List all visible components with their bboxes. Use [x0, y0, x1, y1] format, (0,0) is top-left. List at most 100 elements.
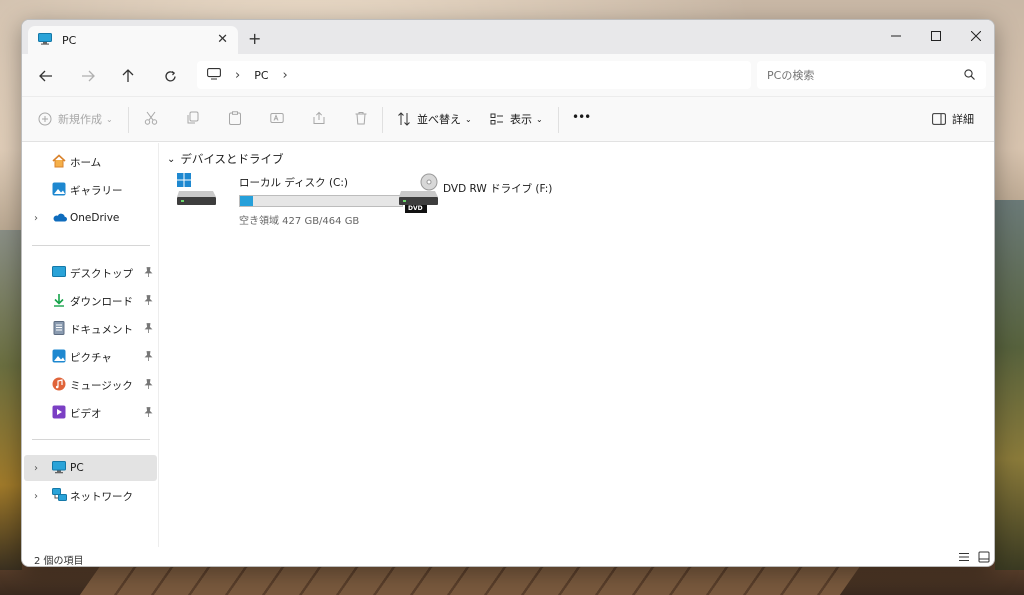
music-icon: [52, 377, 66, 394]
sidebar-item-label: ホーム: [70, 156, 102, 169]
navigation-bar: › PC ›: [22, 54, 994, 96]
new-tab-button[interactable]: +: [248, 29, 261, 48]
sidebar-item-gallery[interactable]: ギャラリー: [24, 177, 157, 203]
section-title: デバイスとドライブ: [180, 152, 284, 166]
delete-button[interactable]: [354, 111, 368, 125]
view-label: 表示: [510, 113, 532, 126]
up-button[interactable]: [118, 66, 138, 86]
details-pane-button[interactable]: 詳細: [932, 111, 974, 127]
section-header-devices[interactable]: ⌄ デバイスとドライブ: [167, 151, 284, 167]
home-icon: [52, 154, 66, 171]
sidebar-item-network[interactable]: › ネットワーク: [24, 483, 157, 509]
sidebar-item-music[interactable]: ミュージック: [24, 372, 157, 398]
pc-icon: [52, 460, 66, 477]
details-pane-icon: [932, 113, 946, 125]
sidebar-item-pc[interactable]: › PC: [24, 455, 157, 481]
chevron-right-icon[interactable]: ›: [34, 463, 38, 474]
pin-icon[interactable]: [144, 295, 153, 308]
download-icon: [52, 293, 66, 310]
chevron-right-icon[interactable]: ›: [283, 68, 288, 83]
chevron-down-icon[interactable]: ⌄: [167, 154, 175, 165]
dvd-badge: DVD: [408, 205, 423, 212]
arrow-right-icon: [82, 70, 95, 82]
copy-icon: [187, 111, 199, 124]
minimize-button[interactable]: [876, 23, 916, 49]
content-pane: ⌄ デバイスとドライブ ローカル ディスク (C:) 空き領域 427 GB/4…: [159, 143, 994, 547]
video-icon: [52, 405, 66, 422]
sidebar-item-home[interactable]: ホーム: [24, 149, 157, 175]
arrow-up-icon: [122, 69, 134, 82]
chevron-right-icon[interactable]: ›: [235, 68, 240, 83]
sidebar-item-pictures[interactable]: ピクチャ: [24, 344, 157, 370]
view-button[interactable]: 表示 ⌄: [490, 111, 543, 127]
sidebar-item-label: OneDrive: [70, 212, 120, 224]
sidebar-item-documents[interactable]: ドキュメント: [24, 316, 157, 342]
share-icon: [313, 111, 325, 124]
drive-c-name: ローカル ディスク (C:): [239, 177, 349, 189]
address-bar[interactable]: › PC ›: [197, 61, 751, 89]
chevron-right-icon[interactable]: ›: [34, 491, 38, 502]
new-button[interactable]: 新規作成 ⌄: [38, 111, 113, 127]
wallpaper-right: [995, 200, 1024, 570]
pin-icon[interactable]: [144, 351, 153, 364]
drive-c-tile[interactable]: ローカル ディスク (C:) 空き領域 427 GB/464 GB: [177, 173, 407, 227]
wallpaper-dock: [79, 566, 861, 595]
list-view-icon: [959, 553, 969, 561]
close-window-button[interactable]: [956, 23, 994, 49]
trash-icon: [355, 112, 367, 125]
document-icon: [52, 321, 66, 338]
pin-icon[interactable]: [144, 379, 153, 392]
pictures-icon: [52, 349, 66, 366]
pin-icon[interactable]: [144, 267, 153, 280]
navigation-pane: ホーム ギャラリー › OneDrive デスクトップ ダウンロード ドキュメン…: [22, 143, 159, 547]
drive-c-usage-bar: [239, 195, 403, 207]
sidebar-divider: [32, 439, 150, 440]
file-explorer-window: PC ✕ + › PC › PCの検索 新規作成 ⌄ 並べ替え ⌄ 表示 ⌄ •…: [21, 19, 995, 567]
forward-button[interactable]: [78, 66, 98, 86]
more-options-button[interactable]: •••: [572, 110, 591, 124]
sidebar-item-label: ギャラリー: [70, 184, 123, 197]
cut-button[interactable]: [144, 111, 158, 125]
wallpaper-left: [0, 230, 22, 570]
copy-button[interactable]: [186, 111, 200, 125]
refresh-button[interactable]: [160, 66, 180, 86]
drive-f-name: DVD RW ドライブ (F:): [443, 183, 553, 195]
tab-pc[interactable]: PC ✕: [28, 26, 238, 54]
sidebar-item-onedrive[interactable]: › OneDrive: [24, 205, 157, 231]
sidebar-item-downloads[interactable]: ダウンロード: [24, 288, 157, 314]
plus-circle-icon: [38, 112, 52, 126]
chevron-down-icon: ⌄: [106, 114, 113, 124]
sidebar-item-desktop[interactable]: デスクトップ: [24, 260, 157, 286]
breadcrumb-pc[interactable]: PC: [254, 69, 268, 82]
chevron-down-icon: ⌄: [465, 114, 472, 124]
chevron-right-icon[interactable]: ›: [34, 213, 38, 224]
sort-button[interactable]: 並べ替え ⌄: [397, 111, 472, 127]
toolbar-divider: [558, 107, 559, 133]
close-tab-icon[interactable]: ✕: [217, 32, 228, 47]
status-bar: 2 個の項目: [22, 547, 994, 566]
toolbar-divider: [382, 107, 383, 133]
rename-button[interactable]: [270, 111, 284, 125]
back-button[interactable]: [36, 66, 56, 86]
sidebar-item-label: ミュージック: [70, 379, 133, 392]
sidebar-item-label: ピクチャ: [70, 351, 112, 364]
share-button[interactable]: [312, 111, 326, 125]
gallery-icon: [52, 182, 66, 199]
pin-icon[interactable]: [144, 323, 153, 336]
hdd-windows-icon: [177, 173, 217, 210]
details-view-button[interactable]: [958, 551, 970, 566]
cloud-icon: [52, 210, 68, 227]
pin-icon[interactable]: [144, 407, 153, 420]
tiles-view-button[interactable]: [978, 551, 990, 566]
sidebar-item-label: ダウンロード: [70, 295, 133, 308]
drive-f-tile[interactable]: DVD DVD RW ドライブ (F:): [399, 173, 599, 217]
sidebar-item-label: ネットワーク: [70, 490, 133, 503]
details-label: 詳細: [952, 113, 974, 126]
rename-icon: [270, 113, 284, 123]
sort-label: 並べ替え: [417, 113, 461, 126]
search-input[interactable]: [757, 61, 986, 89]
refresh-icon: [164, 70, 176, 81]
sidebar-item-videos[interactable]: ビデオ: [24, 400, 157, 426]
maximize-button[interactable]: [916, 23, 956, 49]
paste-button[interactable]: [228, 111, 242, 125]
